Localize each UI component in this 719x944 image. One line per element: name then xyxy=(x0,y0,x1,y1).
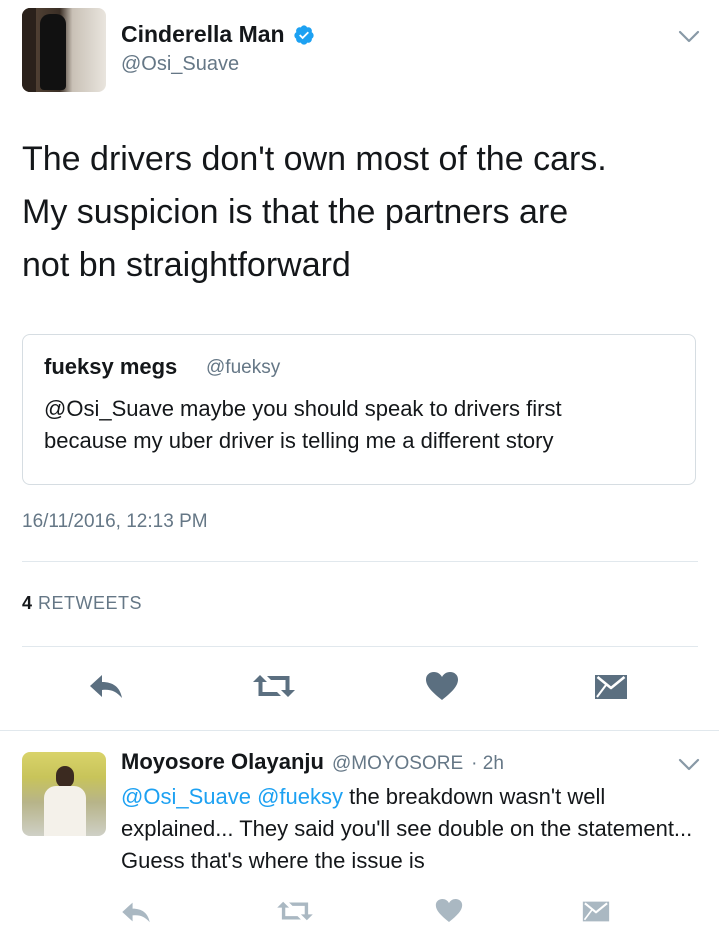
like-button[interactable] xyxy=(435,898,463,923)
retweet-count[interactable]: 4 RETWEETS xyxy=(22,593,142,614)
message-button[interactable] xyxy=(582,900,610,923)
author-avatar[interactable] xyxy=(22,8,106,92)
quote-author-name: fueksy megs xyxy=(44,354,178,379)
message-icon xyxy=(582,901,610,922)
message-button[interactable] xyxy=(594,673,628,701)
mention-link[interactable]: @fueksy xyxy=(257,784,343,809)
retweet-button[interactable] xyxy=(275,900,315,922)
retweet-count-label: RETWEETS xyxy=(38,593,143,613)
divider xyxy=(0,730,719,731)
tweet-timestamp: 16/11/2016, 12:13 PM xyxy=(22,511,208,532)
reply-icon xyxy=(122,902,150,923)
retweet-button[interactable] xyxy=(251,673,297,699)
message-icon xyxy=(595,675,627,699)
verified-icon xyxy=(293,24,314,45)
reply-time: · 2h xyxy=(471,753,504,774)
quote-author-handle: @fueksy xyxy=(206,357,281,378)
reply-button[interactable] xyxy=(120,900,152,924)
like-icon xyxy=(435,898,463,923)
author-name-row[interactable]: Cinderella Man xyxy=(121,21,315,48)
reply-button[interactable] xyxy=(88,672,124,700)
reply-header[interactable]: Moyosore Olayanju @MOYOSORE · 2h xyxy=(121,749,504,775)
divider xyxy=(22,561,698,562)
chevron-down-icon[interactable] xyxy=(678,758,700,772)
like-icon xyxy=(426,672,458,700)
tweet-text: The drivers don't own most of the cars. … xyxy=(22,140,607,284)
author-handle[interactable]: @Osi_Suave xyxy=(121,53,239,76)
reply-author-avatar[interactable] xyxy=(22,752,106,836)
retweet-icon xyxy=(253,675,295,697)
reply-author-name[interactable]: Moyosore Olayanju xyxy=(121,749,324,775)
reply-text: @Osi_Suave @fueksy the breakdown wasn't … xyxy=(121,781,711,877)
reply-icon xyxy=(90,675,122,698)
retweet-icon xyxy=(277,901,313,921)
like-button[interactable] xyxy=(425,671,459,701)
mention-link[interactable]: @Osi_Suave xyxy=(121,784,251,809)
chevron-down-icon[interactable] xyxy=(678,30,700,44)
reply-author-handle[interactable]: @MOYOSORE xyxy=(332,753,463,775)
divider xyxy=(22,646,698,647)
quote-text: @Osi_Suave maybe you should speak to dri… xyxy=(44,396,562,453)
author-name[interactable]: Cinderella Man xyxy=(121,21,285,48)
retweet-count-number: 4 xyxy=(22,593,33,613)
